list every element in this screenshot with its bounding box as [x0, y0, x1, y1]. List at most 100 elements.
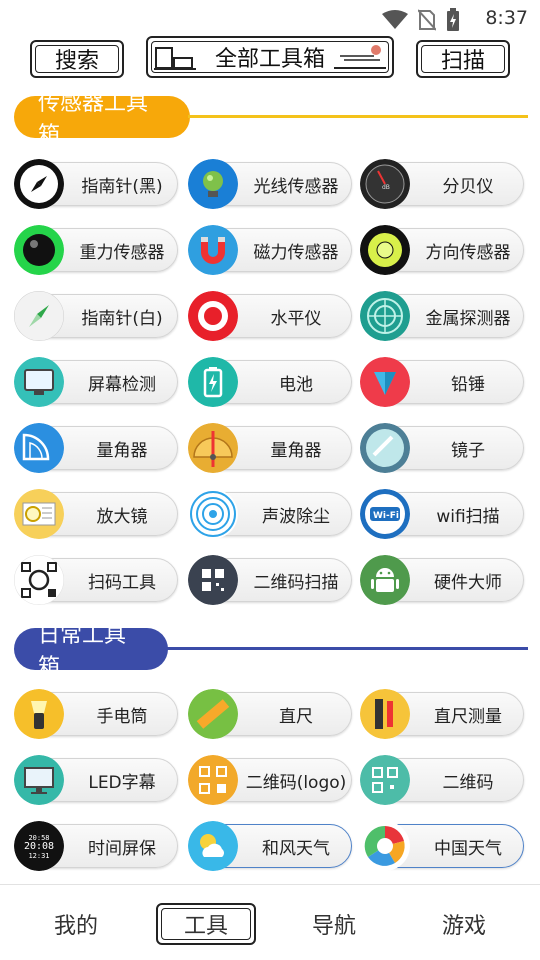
status-time: 8:37: [485, 7, 528, 29]
tool-item[interactable]: 手电筒: [14, 689, 178, 739]
no-sim-icon: [418, 9, 436, 31]
gravity-sensor-icon: [14, 225, 64, 275]
tool-item[interactable]: 重力传感器: [14, 225, 178, 275]
tool-item[interactable]: 磁力传感器: [188, 225, 352, 275]
tool-item[interactable]: 二维码(logo): [188, 755, 352, 805]
tool-label: 中国天气: [434, 838, 502, 859]
tool-label: 二维码: [442, 772, 494, 793]
tool-item[interactable]: 20:58 20:08 12:31 时间屏保: [14, 821, 178, 871]
tool-item[interactable]: 量角器: [188, 423, 352, 473]
weather-icon: [188, 821, 238, 871]
clock-icon: 20:58 20:08 12:31: [14, 821, 64, 871]
daily-section-header: 日常工具箱: [0, 623, 540, 680]
ruler-measure-icon: [360, 689, 410, 739]
tool-label: 水平仪: [270, 308, 322, 329]
tool-label: 光线传感器: [253, 176, 339, 197]
tool-item[interactable]: 金属探测器: [360, 291, 524, 341]
tool-label: 直尺: [279, 706, 313, 727]
tool-item[interactable]: 硬件大师: [360, 555, 524, 605]
tool-item[interactable]: 铅锤: [360, 357, 524, 407]
tool-item[interactable]: 声波除尘: [188, 489, 352, 539]
sensor-section-header: 传感器工具箱: [0, 91, 540, 148]
tool-item[interactable]: 量角器: [14, 423, 178, 473]
tab-games[interactable]: 游戏: [414, 903, 514, 945]
top-bar: 搜索 全部工具箱 扫描: [0, 36, 540, 80]
tool-label: 时间屏保: [88, 838, 156, 859]
tool-label: 量角器: [270, 440, 322, 461]
direction-sensor-icon: [360, 225, 410, 275]
tool-item[interactable]: 指南针(白): [14, 291, 178, 341]
tool-label: 二维码扫描: [253, 572, 339, 593]
china-weather-icon: [360, 821, 410, 871]
tool-label: 磁力传感器: [253, 242, 339, 263]
protractor-icon: [14, 423, 64, 473]
tool-label: 分贝仪: [442, 176, 494, 197]
led-monitor-icon: [14, 755, 64, 805]
search-button[interactable]: 搜索: [30, 40, 124, 78]
tool-label: 二维码(logo): [245, 772, 347, 793]
tool-item[interactable]: 水平仪: [188, 291, 352, 341]
sound-wave-icon: [188, 489, 238, 539]
tool-label: 屏幕检测: [88, 374, 156, 395]
tool-item[interactable]: 镜子: [360, 423, 524, 473]
search-button-label: 搜索: [54, 49, 99, 74]
qr-logo-icon: [188, 755, 238, 805]
compass-black-icon: [14, 159, 64, 209]
tool-label: 硬件大师: [434, 572, 502, 593]
tool-item[interactable]: 屏幕检测: [14, 357, 178, 407]
mirror-icon: [360, 423, 410, 473]
protractor-2-icon: [188, 423, 238, 473]
tool-item[interactable]: 和风天气: [188, 821, 352, 871]
tab-tools[interactable]: 工具: [156, 903, 256, 945]
tool-label: LED字幕: [88, 772, 156, 793]
magnifier-icon: [14, 489, 64, 539]
compass-white-icon: [14, 291, 64, 341]
tool-label: 金属探测器: [425, 308, 511, 329]
sensor-section-title: 传感器工具箱: [14, 91, 190, 148]
tool-label: 铅锤: [451, 374, 485, 395]
tool-label: 指南针(黑): [81, 176, 163, 197]
tool-label: wifi扫描: [436, 506, 500, 527]
scan-button[interactable]: 扫描: [416, 40, 510, 78]
light-sensor-icon: [188, 159, 238, 209]
tool-label: 放大镜: [96, 506, 148, 527]
tab-navigation[interactable]: 导航: [284, 903, 384, 945]
tool-item[interactable]: 直尺测量: [360, 689, 524, 739]
wifi-icon: Wi-Fi: [360, 489, 410, 539]
tool-label: 指南针(白): [81, 308, 163, 329]
tool-label: 直尺测量: [434, 706, 502, 727]
tool-item[interactable]: dB 分贝仪: [360, 159, 524, 209]
tool-item[interactable]: 电池: [188, 357, 352, 407]
tool-item[interactable]: 方向传感器: [360, 225, 524, 275]
tool-item[interactable]: 二维码扫描: [188, 555, 352, 605]
tool-item[interactable]: 中国天气: [360, 821, 524, 871]
tool-item[interactable]: Wi-Fi wifi扫描: [360, 489, 524, 539]
tool-label: 手电筒: [96, 706, 148, 727]
svg-text:Wi-Fi: Wi-Fi: [373, 511, 399, 521]
tab-mine[interactable]: 我的: [26, 903, 126, 945]
tool-label: 镜子: [451, 440, 485, 461]
battery-icon: [188, 357, 238, 407]
tool-item[interactable]: 扫码工具: [14, 555, 178, 605]
status-icons: [382, 8, 460, 32]
qr-code-icon: [360, 755, 410, 805]
tool-item[interactable]: 光线传感器: [188, 159, 352, 209]
tool-label: 声波除尘: [262, 506, 330, 527]
tool-item[interactable]: LED字幕: [14, 755, 178, 805]
metal-detector-icon: [360, 291, 410, 341]
tool-item[interactable]: 指南针(黑): [14, 159, 178, 209]
android-icon: [360, 555, 410, 605]
ruler-icon: [188, 689, 238, 739]
tool-label: 方向传感器: [425, 242, 511, 263]
tool-item[interactable]: 放大镜: [14, 489, 178, 539]
scan-code-icon: [14, 555, 64, 605]
tool-item[interactable]: 二维码: [360, 755, 524, 805]
decibel-meter-icon: dB: [360, 159, 410, 209]
tool-item[interactable]: 直尺: [188, 689, 352, 739]
qr-scan-icon: [188, 555, 238, 605]
screen-test-icon: [14, 357, 64, 407]
all-tools-button[interactable]: 全部工具箱: [146, 36, 394, 78]
svg-text:dB: dB: [382, 184, 390, 191]
section-divider: [166, 647, 528, 650]
magnet-icon: [188, 225, 238, 275]
